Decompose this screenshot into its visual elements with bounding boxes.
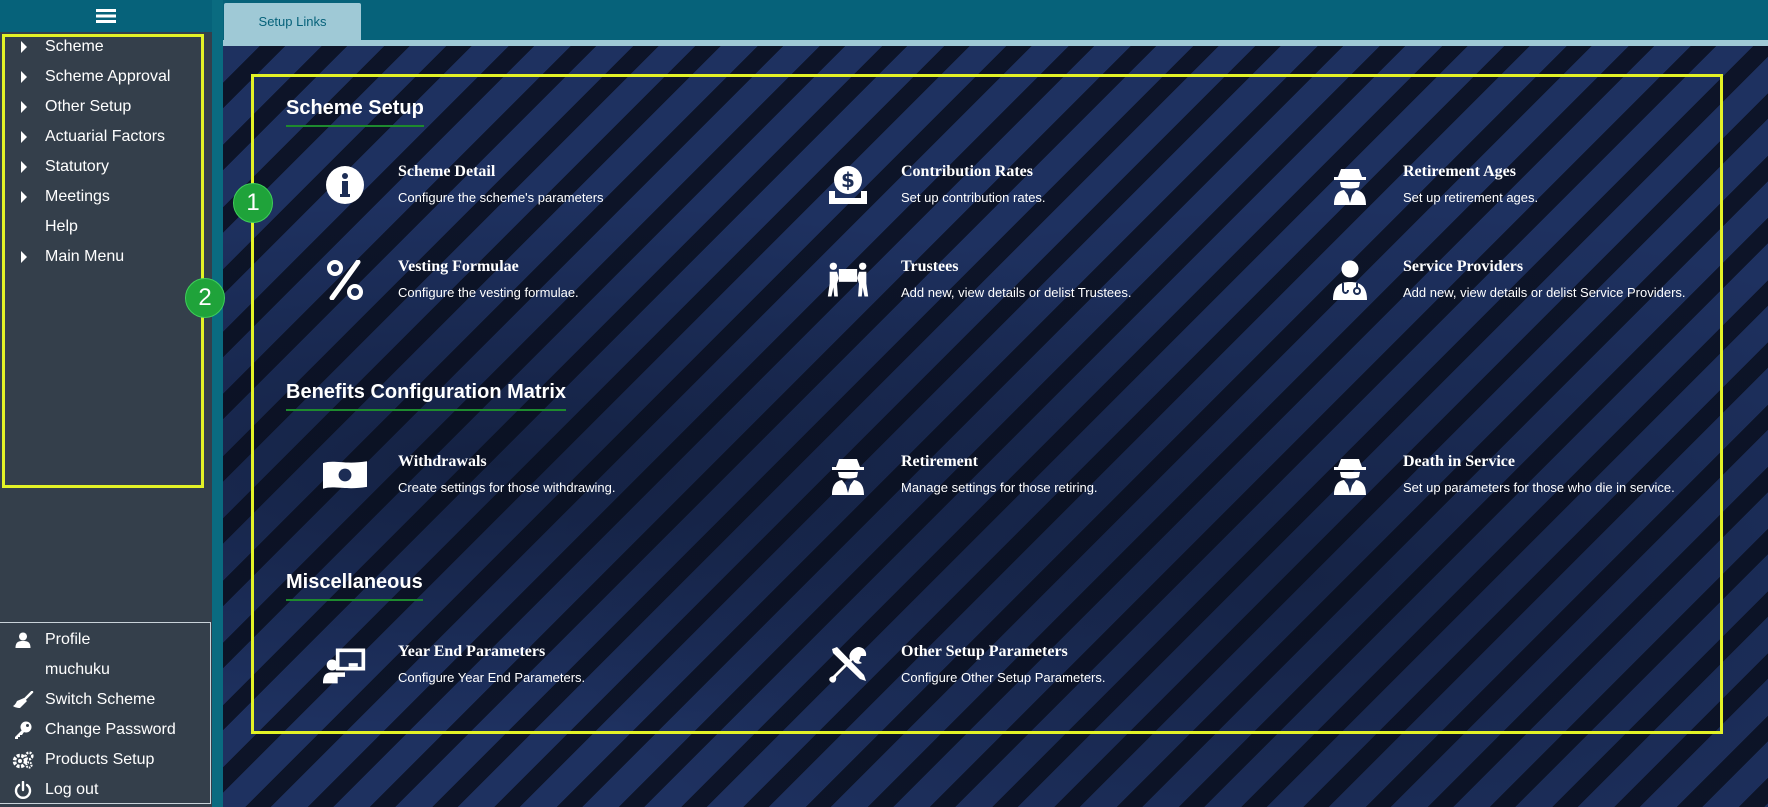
chalkboard-teacher-icon [323,643,367,687]
logout-label: Log out [45,781,99,798]
percent-icon [323,258,367,302]
power-icon [0,781,45,799]
broom-icon [0,691,45,709]
menu-toggle-button[interactable] [0,0,212,32]
card-description: Set up retirement ages. [1403,190,1539,205]
card-description: Configure the vesting formulae. [398,285,579,300]
sidebar-highlight-box [2,34,204,488]
card-death-in-service[interactable]: Death in Service Set up parameters for t… [1328,453,1768,513]
card-description: Add new, view details or delist Trustees… [901,285,1132,300]
card-title: Contribution Rates [901,163,1034,180]
card-year-end-parameters[interactable]: Year End Parameters Configure Year End P… [323,643,783,703]
card-title: Year End Parameters [398,643,546,660]
card-title: Death in Service [1403,453,1515,470]
card-title: Withdrawals [398,453,487,470]
card-scheme-detail[interactable]: Scheme Detail Configure the scheme's par… [323,163,783,223]
tab-setup-links[interactable]: Setup Links [224,3,361,40]
card-title: Retirement [901,453,978,470]
doctor-icon [1328,258,1372,302]
money-bill-icon [323,453,367,497]
username-link[interactable]: muchuku [0,655,210,685]
user-menu: Profile muchuku Switch Scheme Change Pas… [0,622,211,804]
people-carry-icon [826,258,870,302]
callout-badge-1: 1 [233,183,273,223]
change-password-link[interactable]: Change Password [0,715,210,745]
card-service-providers[interactable]: Service Providers Add new, view details … [1328,258,1768,318]
card-description: Set up contribution rates. [901,190,1046,205]
svg-text:$: $ [841,168,855,192]
money-bag-icon: $ [826,163,870,207]
profile-label: Profile [45,631,91,648]
gears-icon [0,751,45,769]
products-setup-link[interactable]: Products Setup [0,745,210,775]
card-withdrawals[interactable]: Withdrawals Create settings for those wi… [323,453,783,513]
change-password-label: Change Password [45,721,176,738]
card-description: Set up parameters for those who die in s… [1403,480,1675,495]
card-title: Scheme Detail [398,163,496,180]
info-circle-icon [323,163,367,207]
switch-scheme-link[interactable]: Switch Scheme [0,685,210,715]
card-retirement-ages[interactable]: Retirement Ages Set up retirement ages. [1328,163,1768,223]
key-icon [0,721,45,739]
card-title: Other Setup Parameters [901,643,1068,660]
card-description: Create settings for those withdrawing. [398,480,616,495]
section-title-miscellaneous: Miscellaneous [286,571,423,601]
sidebar: Scheme Scheme Approval Other Setup Actua… [0,0,212,807]
user-secret-icon [1328,163,1372,207]
products-setup-label: Products Setup [45,751,155,768]
user-secret-icon [1328,453,1372,497]
card-description: Configure Year End Parameters. [398,670,586,685]
tools-icon [826,643,870,687]
section-title-benefits-configuration-matrix: Benefits Configuration Matrix [286,381,567,411]
card-title: Vesting Formulae [398,258,519,275]
user-icon [0,632,45,648]
card-other-setup-parameters[interactable]: Other Setup Parameters Configure Other S… [826,643,1286,703]
card-description: Configure Other Setup Parameters. [901,670,1106,685]
card-title: Trustees [901,258,959,275]
card-vesting-formulae[interactable]: Vesting Formulae Configure the vesting f… [323,258,783,318]
user-secret-icon [826,453,870,497]
callout-badge-2: 2 [185,278,225,318]
card-description: Add new, view details or delist Service … [1403,285,1686,300]
username-label: muchuku [45,661,110,678]
card-title: Service Providers [1403,258,1524,275]
card-trustees[interactable]: Trustees Add new, view details or delist… [826,258,1286,318]
section-title-scheme-setup: Scheme Setup [286,97,424,127]
logout-link[interactable]: Log out [0,775,210,805]
card-retirement[interactable]: Retirement Manage settings for those ret… [826,453,1286,513]
card-contribution-rates[interactable]: $ Contribution Rates Set up contribution… [826,163,1286,223]
profile-link[interactable]: Profile [0,625,210,655]
hamburger-icon [96,8,116,24]
card-description: Configure the scheme's parameters [398,190,604,205]
sidebar-divider [212,0,223,807]
card-description: Manage settings for those retiring. [901,480,1098,495]
switch-scheme-label: Switch Scheme [45,691,156,708]
card-title: Retirement Ages [1403,163,1516,180]
